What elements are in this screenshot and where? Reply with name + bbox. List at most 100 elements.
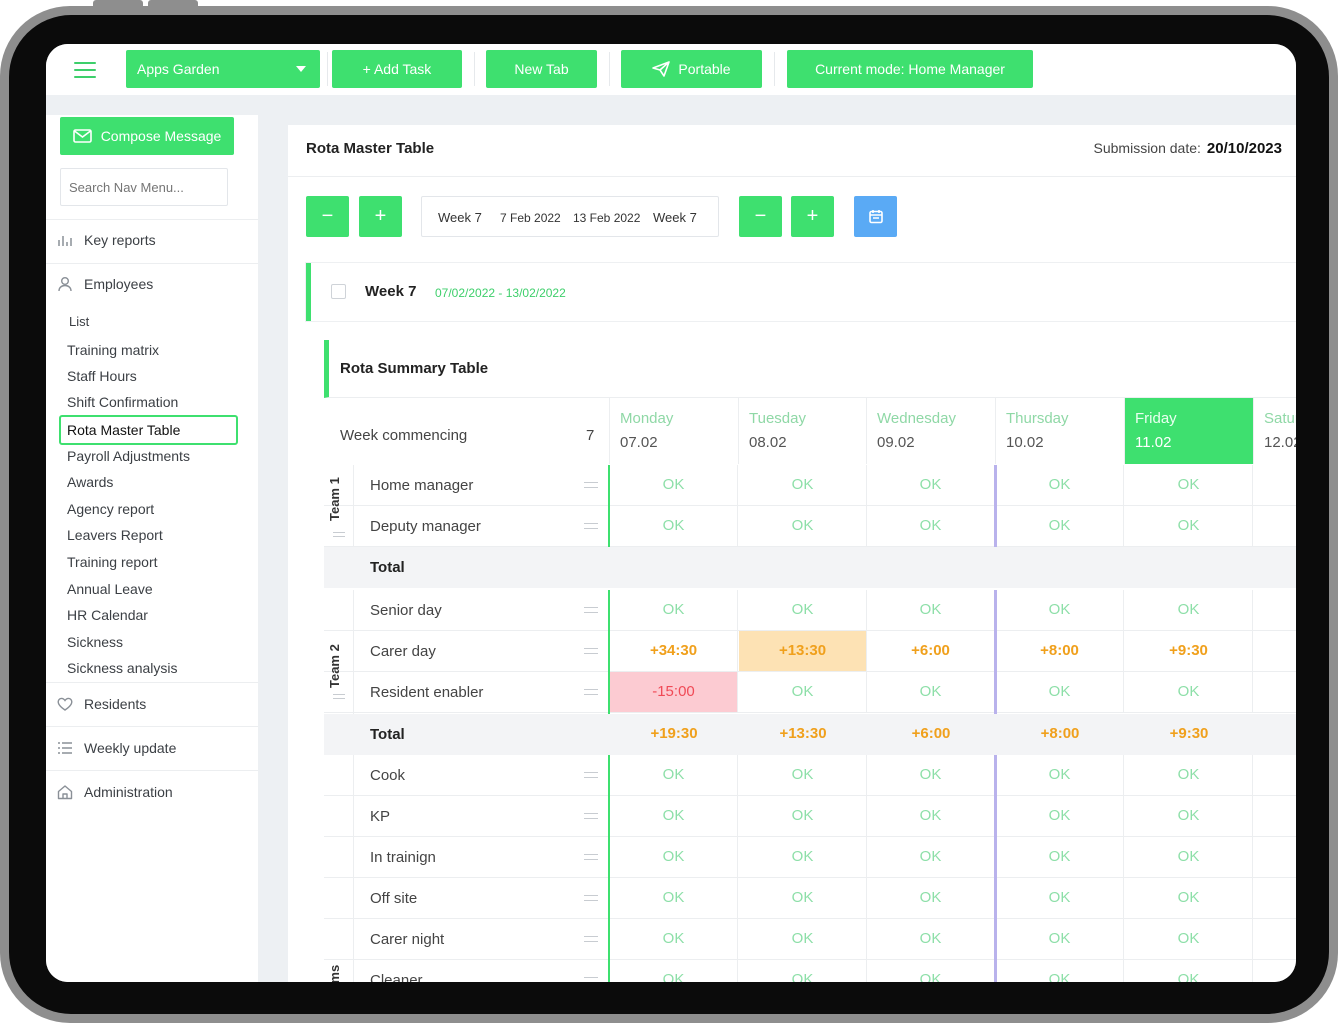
cell-friday[interactable]: OK [1125,960,1253,982]
cell-friday[interactable]: +9:30 [1125,631,1253,671]
cell-tuesday[interactable]: OK [739,878,867,918]
sidebar-item-payroll-adjustments[interactable]: Payroll Adjustments [67,448,190,464]
cell-monday[interactable]: -15:00 [610,672,738,712]
cell-monday[interactable]: OK [610,837,738,877]
cell-thursday[interactable]: OK [996,878,1124,918]
cell-monday[interactable]: OK [610,590,738,630]
prev-week-button[interactable]: − [306,196,349,237]
compose-message-button[interactable]: Compose Message [60,117,234,155]
sidebar-item-sickness[interactable]: Sickness [67,634,123,650]
current-mode-button[interactable]: Current mode: Home Manager [787,50,1033,88]
cell-friday[interactable]: OK [1125,465,1253,505]
sidebar-item-awards[interactable]: Awards [67,474,113,490]
next-week-button[interactable]: + [359,196,402,237]
search-nav-input[interactable] [60,168,228,206]
cell-friday[interactable]: OK [1125,878,1253,918]
nav-weekly-update[interactable]: Weekly update [56,739,176,757]
cell-tuesday[interactable]: OK [739,796,867,836]
sidebar-item-hr-calendar[interactable]: HR Calendar [67,607,148,623]
week-range-selector[interactable]: Week 7 7 Feb 2022 13 Feb 2022 Week 7 [421,196,719,237]
cell-wednesday[interactable]: OK [867,919,995,959]
cell-monday[interactable]: OK [610,960,738,982]
calendar-button[interactable] [854,196,897,237]
cell-wednesday[interactable]: OK [867,755,995,795]
add-task-button[interactable]: + Add Task [332,50,462,88]
cell-tuesday[interactable]: OK [739,755,867,795]
cell-wednesday[interactable]: OK [867,506,995,546]
drag-handle-icon[interactable] [584,482,598,488]
cell-monday[interactable]: OK [610,465,738,505]
app-select[interactable]: Apps Garden [126,50,320,88]
sidebar-item-shift-confirmation[interactable]: Shift Confirmation [67,394,178,410]
drag-handle-icon[interactable] [584,523,598,529]
cell-friday[interactable]: OK [1125,755,1253,795]
sidebar-item-rota-master-table[interactable]: Rota Master Table [59,415,238,445]
cell-thursday[interactable]: OK [996,919,1124,959]
nav-administration[interactable]: Administration [56,783,173,801]
cell-thursday[interactable]: OK [996,590,1124,630]
week-checkbox[interactable] [331,284,346,299]
drag-handle-icon[interactable] [584,648,598,654]
cell-wednesday[interactable]: +6:00 [867,631,995,671]
cell-monday[interactable]: +34:30 [610,631,738,671]
cell-tuesday[interactable]: OK [739,590,867,630]
cell-thursday[interactable]: OK [996,672,1124,712]
drag-handle-icon[interactable] [584,772,598,778]
cell-tuesday[interactable]: OK [739,837,867,877]
cell-thursday[interactable]: OK [996,465,1124,505]
drag-handle-icon[interactable] [584,936,598,942]
menu-icon[interactable] [74,62,96,78]
cell-monday[interactable]: OK [610,755,738,795]
cell-thursday[interactable]: OK [996,960,1124,982]
cell-wednesday[interactable]: OK [867,672,995,712]
drag-handle-icon[interactable] [333,694,345,699]
next-end-week-button[interactable]: + [791,196,834,237]
cell-tuesday[interactable]: +13:30 [739,631,867,671]
drag-handle-icon[interactable] [584,854,598,860]
nav-key-reports[interactable]: Key reports [56,231,156,249]
cell-wednesday[interactable]: OK [867,960,995,982]
cell-thursday[interactable]: +8:00 [996,631,1124,671]
sidebar-item-agency-report[interactable]: Agency report [67,501,154,517]
nav-residents[interactable]: Residents [56,695,146,713]
cell-friday[interactable]: OK [1125,837,1253,877]
cell-friday[interactable]: OK [1125,796,1253,836]
cell-wednesday[interactable]: OK [867,878,995,918]
drag-handle-icon[interactable] [584,607,598,613]
cell-friday[interactable]: OK [1125,672,1253,712]
cell-thursday[interactable]: OK [996,755,1124,795]
portable-button[interactable]: Portable [621,50,762,88]
sidebar-item-leavers-report[interactable]: Leavers Report [67,527,163,543]
cell-friday[interactable]: OK [1125,506,1253,546]
prev-end-week-button[interactable]: − [739,196,782,237]
cell-friday[interactable]: OK [1125,590,1253,630]
sidebar-item-sickness-analysis[interactable]: Sickness analysis [67,660,178,676]
cell-monday[interactable]: OK [610,919,738,959]
drag-handle-icon[interactable] [333,532,345,537]
cell-thursday[interactable]: OK [996,796,1124,836]
cell-wednesday[interactable]: OK [867,796,995,836]
cell-friday[interactable]: OK [1125,919,1253,959]
drag-handle-icon[interactable] [584,895,598,901]
sidebar-item-staff-hours[interactable]: Staff Hours [67,368,137,384]
sidebar-item-training-report[interactable]: Training report [67,554,158,570]
cell-tuesday[interactable]: OK [739,506,867,546]
sidebar-item-annual-leave[interactable]: Annual Leave [67,581,153,597]
cell-thursday[interactable]: OK [996,506,1124,546]
drag-handle-icon[interactable] [584,977,598,982]
drag-handle-icon[interactable] [584,689,598,695]
cell-thursday[interactable]: OK [996,837,1124,877]
new-tab-button[interactable]: New Tab [486,50,597,88]
cell-monday[interactable]: OK [610,878,738,918]
cell-wednesday[interactable]: OK [867,837,995,877]
cell-tuesday[interactable]: OK [739,672,867,712]
cell-tuesday[interactable]: OK [739,919,867,959]
nav-employees[interactable]: Employees [56,275,153,293]
cell-monday[interactable]: OK [610,506,738,546]
sidebar-item-training-matrix[interactable]: Training matrix [67,342,159,358]
cell-tuesday[interactable]: OK [739,960,867,982]
cell-wednesday[interactable]: OK [867,590,995,630]
cell-wednesday[interactable]: OK [867,465,995,505]
sidebar-item-list[interactable]: List [69,314,89,329]
cell-monday[interactable]: OK [610,796,738,836]
